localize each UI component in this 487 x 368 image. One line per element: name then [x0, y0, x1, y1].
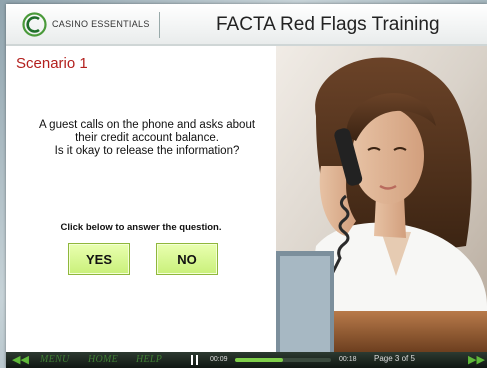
- course-window: CASINO ESSENTIALS FACTA Red Flags Traini…: [6, 4, 487, 368]
- no-button[interactable]: NO: [156, 243, 218, 275]
- elapsed-time: 00:09: [210, 356, 228, 363]
- next-slide-icon[interactable]: ▶▶: [468, 354, 485, 366]
- header-bar: CASINO ESSENTIALS FACTA Red Flags Traini…: [6, 4, 487, 46]
- scenario-title: Scenario 1: [16, 55, 88, 72]
- question-line: their credit account balance.: [75, 132, 219, 144]
- scenario-question: A guest calls on the phone and asks abou…: [26, 119, 268, 158]
- menu-link[interactable]: MENU: [40, 354, 70, 365]
- page-counter: Page 3 of 5: [374, 354, 415, 363]
- course-title: FACTA Red Flags Training: [216, 14, 440, 35]
- previous-slide-icon[interactable]: ◀◀: [12, 354, 29, 366]
- answer-instruction: Click below to answer the question.: [60, 222, 222, 233]
- player-controls: ◀◀ MENU HOME HELP 00:09 00:18 Page 3 of …: [6, 352, 487, 368]
- casino-essentials-logo-icon: [22, 12, 47, 37]
- photo-illustration: [276, 46, 487, 352]
- home-link[interactable]: HOME: [88, 354, 118, 365]
- header-divider: [159, 12, 160, 38]
- question-line: A guest calls on the phone and asks abou…: [38, 119, 256, 131]
- progress-fill: [235, 358, 283, 362]
- progress-bar[interactable]: [235, 358, 331, 362]
- total-duration: 00:18: [339, 356, 357, 363]
- help-link[interactable]: HELP: [136, 354, 162, 365]
- pause-icon[interactable]: [191, 355, 199, 365]
- brand-name: CASINO ESSENTIALS: [52, 19, 150, 29]
- woman-on-phone-photo: [276, 46, 487, 352]
- yes-button[interactable]: YES: [68, 243, 130, 275]
- question-line: Is it okay to release the information?: [54, 145, 240, 157]
- scenario-panel: Scenario 1 A guest calls on the phone an…: [6, 46, 276, 352]
